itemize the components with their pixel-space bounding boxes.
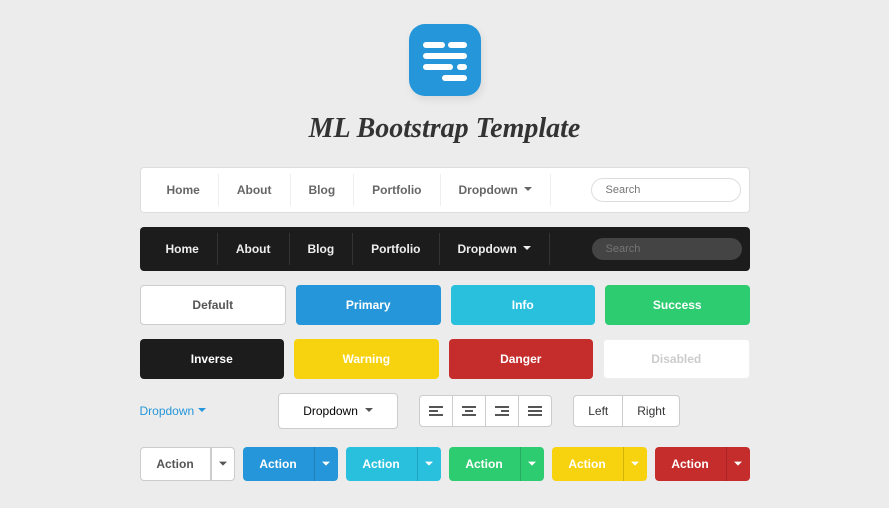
align-left-button[interactable] <box>419 395 453 427</box>
inverse-button[interactable]: Inverse <box>140 339 285 379</box>
align-center-icon <box>462 406 476 416</box>
split-default: Action <box>140 447 235 481</box>
dropdown-button[interactable]: Dropdown <box>278 393 398 429</box>
disabled-button: Disabled <box>603 339 750 379</box>
nav-portfolio[interactable]: Portfolio <box>354 174 440 206</box>
action-primary-caret[interactable] <box>314 447 338 481</box>
page-title: ML Bootstrap Template <box>140 113 750 145</box>
search-input-light[interactable] <box>591 178 741 202</box>
align-justify-icon <box>528 406 542 416</box>
action-success-button[interactable]: Action <box>449 447 520 481</box>
action-primary-button[interactable]: Action <box>243 447 314 481</box>
dropdown-button-label: Dropdown <box>303 404 358 418</box>
dropdown-link[interactable]: Dropdown <box>140 404 207 418</box>
align-center-button[interactable] <box>452 395 486 427</box>
nav-about-dark[interactable]: About <box>218 233 290 265</box>
action-info-button[interactable]: Action <box>346 447 417 481</box>
nav-dropdown-dark[interactable]: Dropdown <box>440 233 550 265</box>
align-button-group <box>420 395 552 427</box>
nav-blog[interactable]: Blog <box>291 174 355 206</box>
action-warning-button[interactable]: Action <box>552 447 623 481</box>
action-success-caret[interactable] <box>520 447 544 481</box>
navbar-dark: Home About Blog Portfolio Dropdown <box>140 227 750 271</box>
split-danger: Action <box>655 447 750 481</box>
align-right-button[interactable] <box>485 395 519 427</box>
action-danger-caret[interactable] <box>726 447 750 481</box>
nav-blog-dark[interactable]: Blog <box>290 233 354 265</box>
primary-button[interactable]: Primary <box>296 285 441 325</box>
action-info-caret[interactable] <box>417 447 441 481</box>
action-warning-caret[interactable] <box>623 447 647 481</box>
align-justify-button[interactable] <box>518 395 552 427</box>
align-right-icon <box>495 406 509 416</box>
search-input-dark[interactable] <box>592 238 742 260</box>
segment-left-button[interactable]: Left <box>573 395 623 427</box>
action-default-caret[interactable] <box>211 447 235 481</box>
caret-down-icon <box>365 408 373 416</box>
split-primary: Action <box>243 447 338 481</box>
info-button[interactable]: Info <box>451 285 596 325</box>
default-button[interactable]: Default <box>140 285 287 325</box>
nav-portfolio-dark[interactable]: Portfolio <box>353 233 439 265</box>
nav-home-dark[interactable]: Home <box>148 233 218 265</box>
nav-about[interactable]: About <box>219 174 291 206</box>
action-default-button[interactable]: Action <box>140 447 211 481</box>
segment-right-button[interactable]: Right <box>622 395 680 427</box>
navbar-light: Home About Blog Portfolio Dropdown <box>140 167 750 213</box>
nav-dropdown[interactable]: Dropdown <box>441 174 551 206</box>
split-warning: Action <box>552 447 647 481</box>
danger-button[interactable]: Danger <box>449 339 594 379</box>
split-info: Action <box>346 447 441 481</box>
split-success: Action <box>449 447 544 481</box>
success-button[interactable]: Success <box>605 285 750 325</box>
nav-home[interactable]: Home <box>149 174 219 206</box>
warning-button[interactable]: Warning <box>294 339 439 379</box>
align-left-icon <box>429 406 443 416</box>
segment-group: Left Right <box>574 395 680 427</box>
app-logo <box>409 24 481 96</box>
action-danger-button[interactable]: Action <box>655 447 726 481</box>
